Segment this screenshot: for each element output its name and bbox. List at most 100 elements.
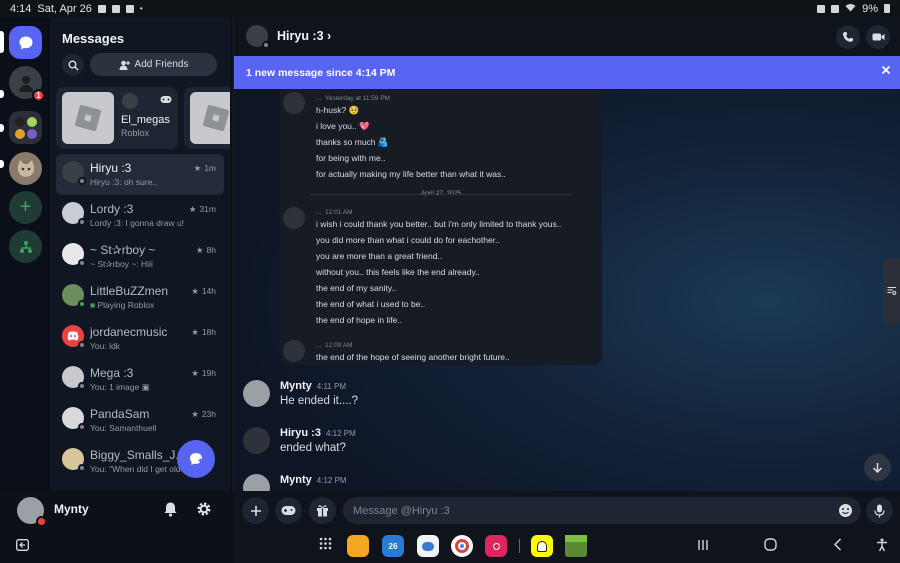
recents-button[interactable]: [697, 538, 709, 556]
back-button[interactable]: [833, 538, 842, 556]
message-input[interactable]: Message @Hiryu :3: [343, 497, 861, 524]
server-avatar[interactable]: 1: [9, 66, 45, 102]
calendar-day: 26: [388, 541, 398, 551]
close-icon[interactable]: [881, 65, 891, 78]
minecraft-app-icon[interactable]: [565, 535, 587, 557]
quoted-line: for actually making my life better than …: [316, 169, 506, 179]
avatar: [62, 284, 86, 308]
dm-time: 23h: [201, 409, 216, 419]
accessibility-button[interactable]: [876, 538, 888, 557]
dm-name: Hiryu :3: [90, 161, 132, 175]
emoji-button[interactable]: [838, 503, 853, 521]
voice-call-button[interactable]: [836, 25, 860, 49]
quoted-line: i love you.. 💖: [316, 121, 370, 131]
dm-item[interactable]: ~ St✰rboy ~ ~ St✰rboy ~: Hiii ★ 8h: [56, 236, 224, 277]
dm-time: 19h: [201, 368, 216, 378]
quoted-meta: ... 12:01 AM: [316, 209, 353, 216]
roblox-logo-icon: [202, 104, 230, 132]
avatar: [62, 448, 86, 472]
message-author[interactable]: Hiryu :3 4:12 PM: [280, 427, 356, 439]
add-server-button[interactable]: +: [9, 191, 42, 224]
app-drawer-button[interactable]: [319, 537, 332, 555]
dm-item[interactable]: Hiryu :3 Hiryu :3: oh sure.. ★ 1m: [56, 154, 224, 195]
voice-message-button[interactable]: [866, 497, 893, 524]
activity-card[interactable]: [184, 87, 230, 149]
user-profile-bar: Mynty: [0, 491, 230, 563]
avatar[interactable]: [243, 380, 270, 407]
chevron-right-icon: ›: [327, 29, 332, 43]
quoted-meta: ... 12:09 AM: [316, 342, 353, 349]
direct-messages-button[interactable]: [9, 26, 42, 59]
snapchat-app-icon[interactable]: [531, 535, 553, 557]
dm-item[interactable]: PandaSam You: Samanthuell ★ 23h: [56, 400, 224, 441]
message-author[interactable]: Mynty 4:11 PM: [280, 380, 346, 392]
status-indicator: [78, 218, 86, 226]
messages-app-icon[interactable]: [417, 535, 439, 557]
dm-preview: You: 1 image ▣: [90, 382, 150, 392]
jump-to-present-button[interactable]: [864, 454, 891, 481]
dm-item[interactable]: LittleBuZZmen ■ Playing Roblox ★ 14h: [56, 277, 224, 318]
dm-item[interactable]: Mega :3 You: 1 image ▣ ★ 19h: [56, 359, 224, 400]
status-indicator: [78, 423, 86, 431]
quoted-meta: ... Yesterday at 11:59 PM: [316, 95, 391, 102]
avatar: [283, 340, 305, 362]
server-cat[interactable]: [9, 152, 42, 185]
forwarded-message-block: ... Yesterday at 11:59 PM h-husk? 🥺 i lo…: [280, 89, 602, 365]
grid-icon: [319, 537, 332, 550]
video-camera-icon: [872, 33, 884, 41]
message-time: 4:12 PM: [325, 429, 356, 438]
dm-name: ~ St✰rboy ~: [90, 243, 156, 257]
avatar[interactable]: [243, 427, 270, 454]
sidebar-toggle-button[interactable]: [16, 538, 29, 556]
quoted-line: the end of my sanity..: [316, 283, 397, 293]
gift-button[interactable]: [309, 497, 336, 524]
server-folder[interactable]: [9, 111, 42, 144]
avatar-silhouette-icon: [18, 75, 33, 92]
member-list-handle[interactable]: [883, 258, 900, 324]
dm-name: jordanecmusic: [90, 325, 168, 339]
dm-preview: Lordy :3: I gonna draw u!: [90, 218, 185, 228]
avatar: [283, 92, 305, 114]
system-taskbar: 26: [233, 529, 900, 563]
lock-icon: [817, 4, 826, 13]
server-rail: 1 +: [0, 17, 50, 491]
discover-button[interactable]: [9, 230, 42, 263]
dm-list: Hiryu :3 Hiryu :3: oh sure.. ★ 1m Lordy :…: [56, 154, 224, 482]
camera-app-icon[interactable]: [485, 535, 507, 557]
star-icon: ★: [191, 327, 199, 337]
avatar[interactable]: [243, 474, 270, 491]
roblox-logo-icon: [74, 104, 102, 132]
attach-button[interactable]: [242, 497, 269, 524]
activities-button[interactable]: [275, 497, 302, 524]
files-app-icon[interactable]: [347, 535, 369, 557]
star-icon: ★: [193, 163, 202, 173]
avatar[interactable]: [246, 25, 270, 49]
dm-name: PandaSam: [90, 407, 150, 421]
dm-item[interactable]: jordanecmusic You: ldk ★ 18h: [56, 318, 224, 359]
settings-button[interactable]: [196, 501, 212, 522]
chat-title[interactable]: Hiryu :3 ›: [277, 29, 331, 43]
dm-preview: ~ St✰rboy ~: Hiii: [90, 259, 153, 269]
quoted-line: for being with me..: [316, 153, 386, 163]
search-button[interactable]: [62, 54, 84, 76]
new-message-button[interactable]: [177, 440, 215, 478]
notifications-button[interactable]: [163, 501, 178, 522]
quoted-line: the end of the hope of seeing another br…: [316, 352, 510, 362]
dm-preview: ■ Playing Roblox: [90, 300, 155, 310]
gamepad-icon: [160, 96, 172, 103]
dm-item[interactable]: Lordy :3 Lordy :3: I gonna draw u! ★ 31m: [56, 195, 224, 236]
video-call-button[interactable]: [866, 25, 890, 49]
calendar-app-icon[interactable]: 26: [382, 535, 404, 557]
new-messages-banner[interactable]: 1 new message since 4:14 PM: [234, 56, 900, 89]
avatar[interactable]: [17, 497, 47, 527]
chrome-app-icon[interactable]: [451, 535, 473, 557]
add-friends-button[interactable]: Add Friends: [90, 53, 217, 76]
dm-time: 14h: [201, 286, 216, 296]
notification-icon: [125, 4, 134, 13]
message-author[interactable]: Mynty 4:12 PM: [280, 474, 347, 486]
more-dot-icon: •: [139, 4, 143, 13]
activity-card[interactable]: El_megas Roblox: [56, 87, 178, 149]
recents-icon: [698, 540, 708, 550]
avatar: [62, 202, 86, 226]
home-button[interactable]: [764, 538, 777, 556]
